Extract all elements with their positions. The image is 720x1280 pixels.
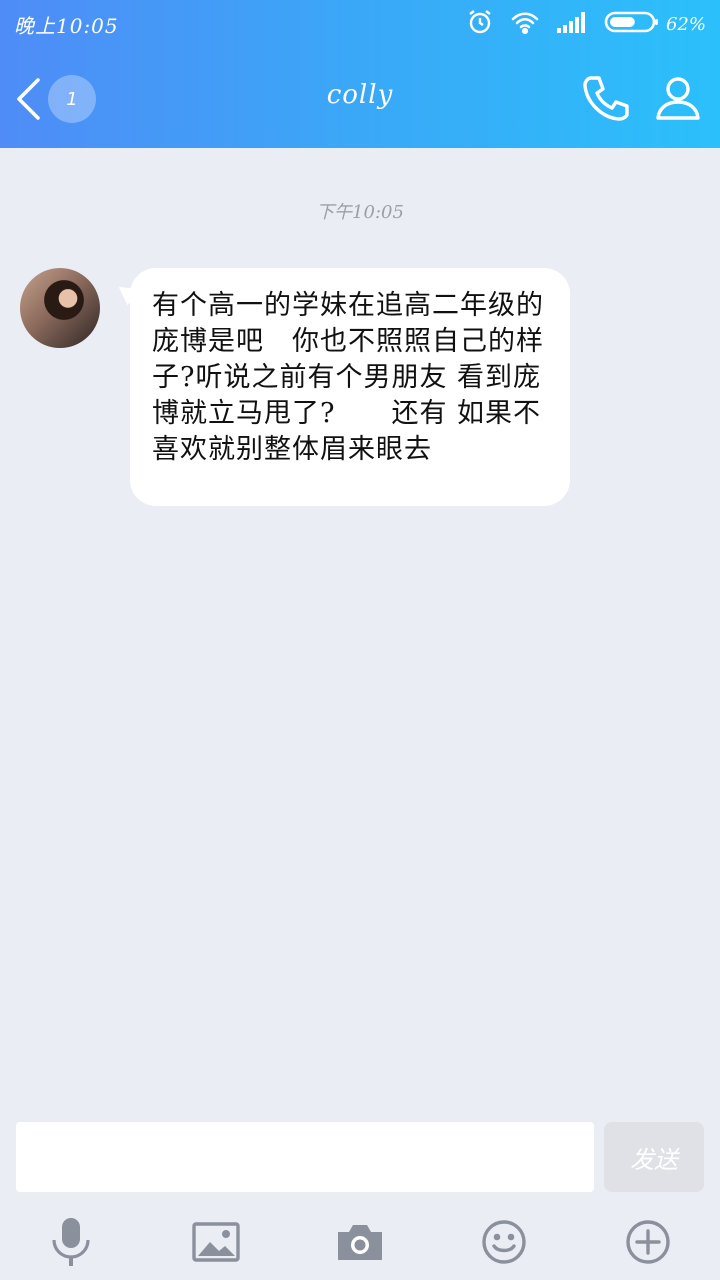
send-button[interactable]: 发送: [604, 1122, 704, 1192]
message-bubble[interactable]: 有个高一的学妹在追高二年级的庞博是吧 你也不照照自己的样子?听说之前有个男朋友 …: [130, 268, 570, 506]
top-bar: 晚上10:05 62% 1 colly: [0, 0, 720, 148]
message-text: 有个高一的学妹在追高二年级的庞博是吧 你也不照照自己的样子?听说之前有个男朋友 …: [152, 290, 544, 465]
wifi-icon: [510, 9, 540, 39]
battery-percent: 62%: [665, 13, 706, 35]
composer-bar: 发送: [0, 1110, 720, 1200]
camera-icon[interactable]: [332, 1214, 388, 1270]
emoji-icon[interactable]: [476, 1214, 532, 1270]
phone-icon[interactable]: [580, 72, 632, 124]
microphone-icon[interactable]: [43, 1214, 99, 1270]
battery-icon: [604, 10, 660, 38]
alarm-icon: [466, 8, 494, 40]
signal-icon: [556, 10, 588, 38]
battery-indicator: 62%: [604, 10, 706, 38]
user-icon[interactable]: [652, 72, 704, 124]
message-timestamp: 下午10:05: [316, 202, 404, 223]
status-time: 晚上10:05: [14, 14, 119, 38]
image-icon[interactable]: [188, 1214, 244, 1270]
message-input[interactable]: [16, 1122, 594, 1192]
status-icons: 62%: [466, 8, 706, 40]
sender-avatar[interactable]: [20, 268, 100, 348]
chat-header: 1 colly: [0, 52, 720, 148]
status-bar: 晚上10:05 62%: [0, 0, 720, 48]
plus-icon[interactable]: [620, 1214, 676, 1270]
composer-toolbar: [0, 1206, 720, 1280]
